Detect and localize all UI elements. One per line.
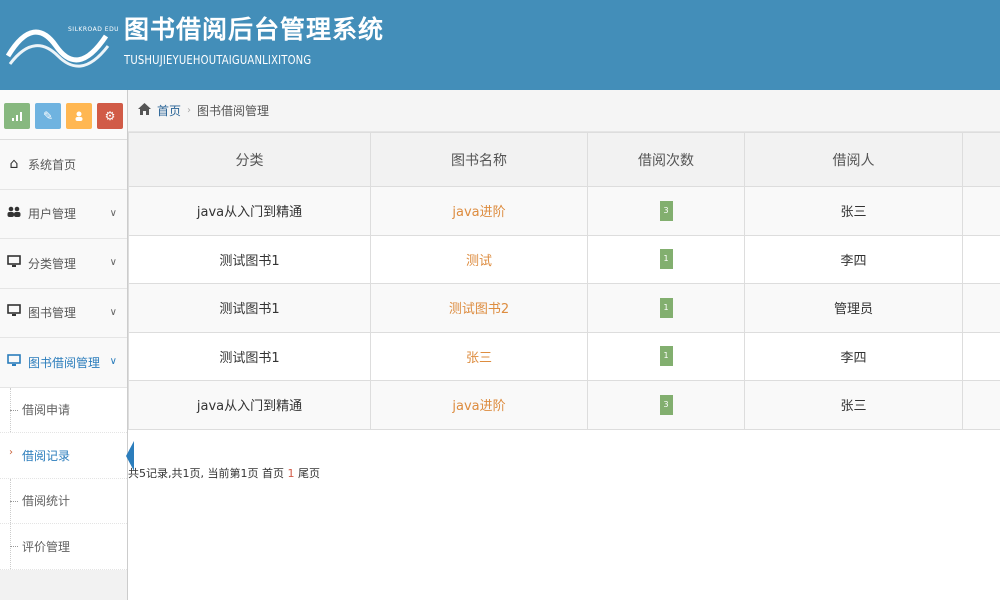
cell-count: 1 xyxy=(587,283,745,333)
sidebar-subitem-records[interactable]: › 借阅记录 xyxy=(0,433,134,479)
desktop-icon xyxy=(6,254,22,272)
cell-category: 测试图书1 xyxy=(128,234,371,284)
borrow-records-panel: 分类 图书名称 借阅次数 借阅人 java从入门到精通 java进阶 3 张三 … xyxy=(128,132,1000,430)
sidebar-item-borrow[interactable]: 图书借阅管理 ∨ xyxy=(0,338,127,388)
chevron-down-icon: ∨ xyxy=(109,356,117,367)
cell-book-link[interactable]: java进阶 xyxy=(370,380,588,430)
sidebar-subitem-label: 评价管理 xyxy=(22,539,71,554)
count-badge: 3 xyxy=(659,394,673,415)
sidebar-item-label: 用户管理 xyxy=(28,207,77,222)
logo-text: SILKROAD EDU xyxy=(68,26,120,33)
sidebar-item-home[interactable]: ⌂ 系统首页 xyxy=(0,140,127,190)
cell-borrower: 李四 xyxy=(744,331,963,381)
cell-category: 测试图书1 xyxy=(128,283,371,333)
cell-borrower: 管理员 xyxy=(744,283,963,333)
users-icon[interactable] xyxy=(66,103,92,129)
cell-extra xyxy=(962,331,1000,381)
home-icon: ⌂ xyxy=(9,156,19,173)
cell-book-link[interactable]: 测试 xyxy=(370,234,588,284)
desktop-icon xyxy=(6,353,22,371)
chevron-down-icon: ∨ xyxy=(109,306,117,318)
shortcut-bar: ✎ ⚙ xyxy=(0,90,127,140)
sidebar-item-users[interactable]: 用户管理 ∨ xyxy=(0,189,127,239)
chevron-right-icon: › xyxy=(187,105,192,116)
borrow-records-table: 分类 图书名称 借阅次数 借阅人 java从入门到精通 java进阶 3 张三 … xyxy=(128,132,1000,430)
table-header-row: 分类 图书名称 借阅次数 借阅人 xyxy=(128,132,1000,187)
sidebar-item-label: 系统首页 xyxy=(28,157,77,172)
table-row: 测试图书1 张三 1 李四 xyxy=(128,331,1000,381)
sidebar-subitem-label: 借阅统计 xyxy=(22,494,71,509)
cogs-icon[interactable]: ⚙ xyxy=(97,103,123,129)
cell-extra xyxy=(962,380,1000,430)
desktop-icon xyxy=(6,304,22,321)
sidebar-item-label: 图书借阅管理 xyxy=(28,355,101,370)
chevron-down-icon: ∨ xyxy=(109,207,117,219)
cell-count: 1 xyxy=(587,234,745,284)
cell-count: 1 xyxy=(587,331,745,381)
count-badge: 3 xyxy=(659,200,673,221)
cell-category: java从入门到精通 xyxy=(128,380,371,430)
cell-extra xyxy=(962,186,1000,236)
cell-category: java从入门到精通 xyxy=(128,186,371,236)
cell-count: 3 xyxy=(587,380,745,430)
count-badge: 1 xyxy=(659,249,673,270)
breadcrumb: 首页 › 图书借阅管理 xyxy=(128,90,1000,132)
sidebar-item-label: 分类管理 xyxy=(28,256,77,271)
cell-count: 3 xyxy=(587,186,745,236)
pagination: 共5记录,共1页, 当前第1页 首页 1 尾页 xyxy=(128,465,320,481)
column-header-extra xyxy=(962,132,1000,187)
app-title-pinyin: TUSHUJIEYUEHOUTAIGUANLIXITONG xyxy=(124,53,312,67)
sidebar-item-label: 图书管理 xyxy=(28,306,77,321)
cell-extra xyxy=(962,234,1000,284)
sidebar-subitem-stats[interactable]: 借阅统计 xyxy=(0,478,127,524)
column-header-book[interactable]: 图书名称 xyxy=(370,132,588,187)
signal-icon[interactable] xyxy=(4,103,30,129)
column-header-borrower[interactable]: 借阅人 xyxy=(744,132,963,187)
chevron-down-icon: ∨ xyxy=(109,257,117,268)
cell-category: 测试图书1 xyxy=(128,331,371,381)
table-row: java从入门到精通 java进阶 3 张三 xyxy=(128,380,1000,430)
count-badge: 1 xyxy=(659,346,673,367)
table-row: 测试图书1 测试 1 李四 xyxy=(128,234,1000,284)
column-header-count[interactable]: 借阅次数 xyxy=(587,132,745,187)
users-icon xyxy=(6,206,22,222)
app-header: SILKROAD EDU 图书借阅后台管理系统 TUSHUJIEYUEHOUTA… xyxy=(0,0,1000,90)
sidebar-item-category[interactable]: 分类管理 ∨ xyxy=(0,239,127,289)
sidebar: ✎ ⚙ ⌂ 系统首页 用户管理 ∨ 分类管理 ∨ 图书管理 ∨ 图书借阅管理 ∨ xyxy=(0,90,134,600)
pagination-last[interactable]: 尾页 xyxy=(294,467,320,480)
cell-extra xyxy=(962,283,1000,333)
cell-borrower: 张三 xyxy=(744,186,963,236)
home-icon xyxy=(138,102,151,119)
cell-borrower: 李四 xyxy=(744,234,963,284)
app-title: 图书借阅后台管理系统 xyxy=(124,15,385,44)
sidebar-subitem-apply[interactable]: 借阅申请 xyxy=(0,387,127,433)
pagination-summary[interactable]: 共5记录,共1页, 当前第1页 首页 xyxy=(128,467,287,480)
cell-book-link[interactable]: 张三 xyxy=(370,331,588,381)
sidebar-subitem-label: 借阅记录 xyxy=(22,448,71,463)
pencil-icon[interactable]: ✎ xyxy=(35,103,61,129)
silkroad-logo xyxy=(6,29,110,68)
sidebar-subitem-reviews[interactable]: 评价管理 xyxy=(0,524,127,570)
table-row: 测试图书1 测试图书2 1 管理员 xyxy=(128,283,1000,333)
chevron-right-icon: › xyxy=(9,447,13,458)
cell-book-link[interactable]: java进阶 xyxy=(370,186,588,236)
breadcrumb-home[interactable]: 首页 xyxy=(157,102,181,119)
sidebar-item-books[interactable]: 图书管理 ∨ xyxy=(0,288,127,338)
cell-book-link[interactable]: 测试图书2 xyxy=(370,283,588,333)
sidebar-subitem-label: 借阅申请 xyxy=(22,403,71,418)
column-header-category[interactable]: 分类 xyxy=(128,132,371,187)
cell-borrower: 张三 xyxy=(744,380,963,430)
table-row: java从入门到精通 java进阶 3 张三 xyxy=(128,186,1000,236)
count-badge: 1 xyxy=(659,297,673,318)
breadcrumb-current: 图书借阅管理 xyxy=(197,104,270,118)
